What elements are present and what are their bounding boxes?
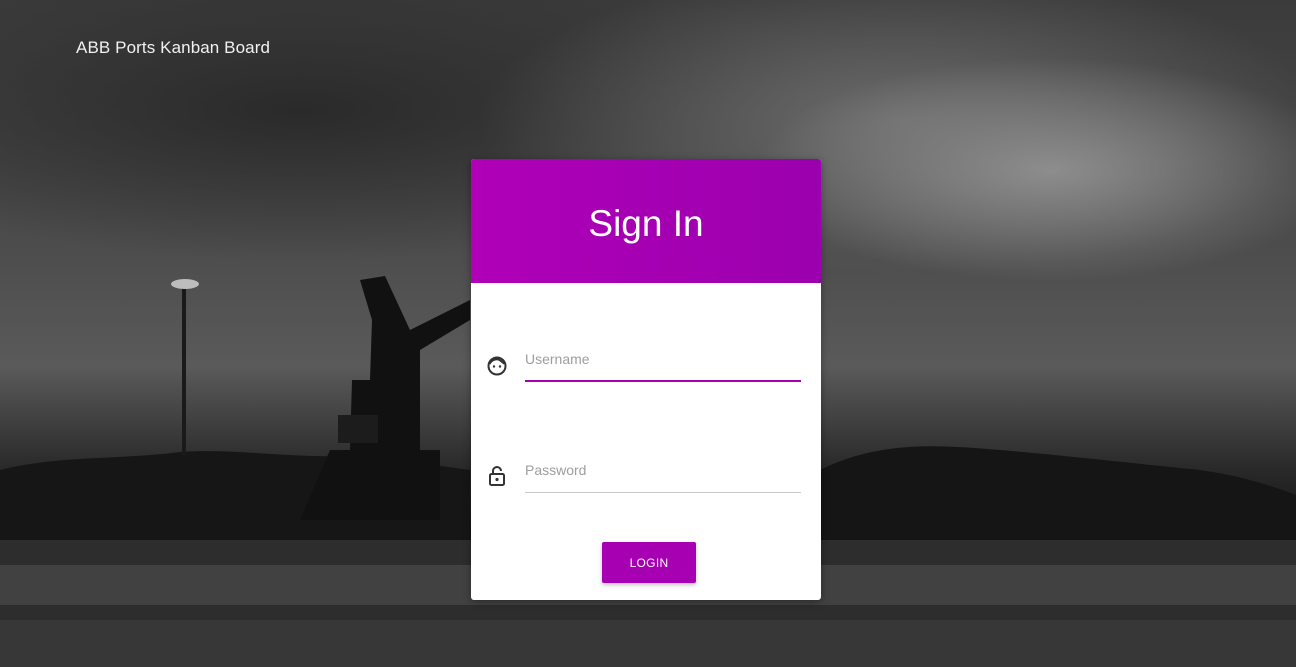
password-field-row <box>485 454 801 494</box>
username-field-row <box>485 343 801 383</box>
username-underline <box>525 380 801 382</box>
login-button[interactable]: LOGIN <box>602 542 696 583</box>
login-card: Sign In LOGIN <box>471 159 821 600</box>
face-icon <box>485 353 509 377</box>
sign-in-title: Sign In <box>588 203 704 244</box>
lock-icon <box>485 464 509 488</box>
password-input[interactable] <box>525 454 801 486</box>
login-card-header: Sign In <box>471 159 821 283</box>
username-input[interactable] <box>525 343 801 375</box>
app-title: ABB Ports Kanban Board <box>76 38 271 57</box>
password-underline <box>525 492 801 493</box>
